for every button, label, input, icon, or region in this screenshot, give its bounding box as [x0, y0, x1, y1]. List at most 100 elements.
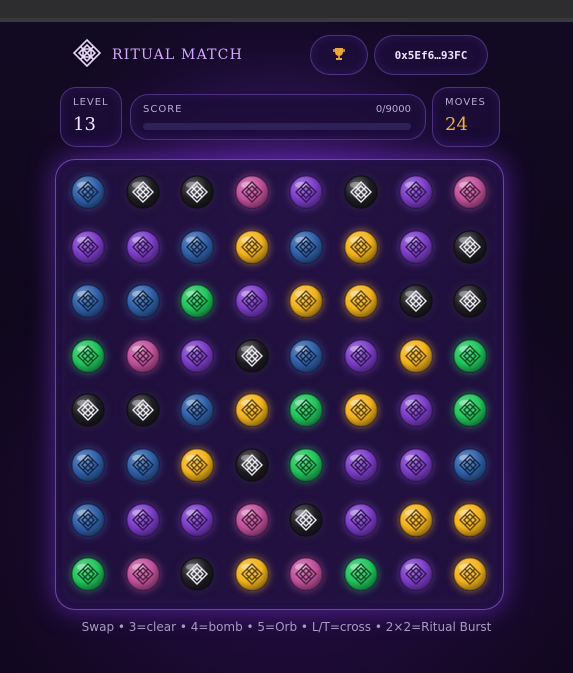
gem-purple[interactable]: [289, 175, 323, 209]
wallet-button[interactable]: 0x5Ef6…93FC: [374, 35, 488, 75]
gem-black[interactable]: [453, 230, 487, 264]
gem-black[interactable]: [126, 175, 160, 209]
ritual-knot-icon: [453, 557, 487, 591]
gem-green[interactable]: [344, 557, 378, 591]
gem-yellow[interactable]: [235, 393, 269, 427]
gem-black[interactable]: [344, 175, 378, 209]
ritual-knot-icon: [289, 503, 323, 537]
gem-green[interactable]: [71, 557, 105, 591]
ritual-knot-icon: [235, 448, 269, 482]
gem-blue[interactable]: [289, 230, 323, 264]
gem-purple[interactable]: [126, 230, 160, 264]
gem-green[interactable]: [289, 448, 323, 482]
game-board: [55, 159, 504, 610]
gem-pink[interactable]: [126, 339, 160, 373]
gem-yellow[interactable]: [180, 448, 214, 482]
ritual-knot-icon: [235, 175, 269, 209]
gem-black[interactable]: [126, 393, 160, 427]
gem-green[interactable]: [289, 393, 323, 427]
gem-pink[interactable]: [235, 175, 269, 209]
gem-black[interactable]: [235, 339, 269, 373]
gem-purple[interactable]: [344, 503, 378, 537]
gem-pink[interactable]: [126, 557, 160, 591]
gem-purple[interactable]: [399, 230, 433, 264]
ritual-knot-icon: [126, 393, 160, 427]
ritual-knot-icon: [399, 393, 433, 427]
gem-purple[interactable]: [399, 393, 433, 427]
moves-value: 24: [445, 114, 468, 135]
gem-black[interactable]: [289, 503, 323, 537]
gem-blue[interactable]: [71, 284, 105, 318]
gem-yellow[interactable]: [344, 284, 378, 318]
gem-pink[interactable]: [235, 503, 269, 537]
ritual-knot-icon: [71, 339, 105, 373]
gem-blue[interactable]: [126, 284, 160, 318]
gem-yellow[interactable]: [289, 284, 323, 318]
ritual-knot-icon: [453, 175, 487, 209]
ritual-knot-icon: [180, 503, 214, 537]
gem-yellow[interactable]: [235, 557, 269, 591]
ritual-knot-icon: [126, 503, 160, 537]
ritual-knot-icon: [344, 503, 378, 537]
gem-green[interactable]: [453, 393, 487, 427]
ritual-knot-icon: [180, 175, 214, 209]
gem-black[interactable]: [180, 557, 214, 591]
gem-purple[interactable]: [399, 175, 433, 209]
gem-yellow[interactable]: [344, 393, 378, 427]
ritual-knot-icon: [344, 339, 378, 373]
score-label: SCORE: [143, 104, 183, 115]
gem-purple[interactable]: [71, 230, 105, 264]
gem-purple[interactable]: [180, 503, 214, 537]
level-label: LEVEL: [73, 97, 109, 108]
ritual-knot-icon: [453, 448, 487, 482]
gem-yellow[interactable]: [399, 339, 433, 373]
gem-yellow[interactable]: [235, 230, 269, 264]
gem-pink[interactable]: [453, 175, 487, 209]
gem-black[interactable]: [180, 175, 214, 209]
gem-blue[interactable]: [180, 393, 214, 427]
gem-yellow[interactable]: [453, 503, 487, 537]
gem-yellow[interactable]: [399, 503, 433, 537]
ritual-knot-icon: [399, 175, 433, 209]
ritual-knot-icon: [235, 503, 269, 537]
gem-blue[interactable]: [71, 448, 105, 482]
trophy-icon: [332, 46, 346, 65]
ritual-knot-icon: [289, 393, 323, 427]
gem-black[interactable]: [235, 448, 269, 482]
gem-yellow[interactable]: [344, 230, 378, 264]
brand: RITUAL MATCH: [72, 38, 243, 71]
gem-purple[interactable]: [344, 339, 378, 373]
gem-black[interactable]: [453, 284, 487, 318]
ritual-knot-icon: [180, 448, 214, 482]
game-stage: RITUAL MATCH 0x5Ef6…93FC LEVEL 13 SCORE …: [0, 22, 573, 673]
ritual-knot-icon: [344, 448, 378, 482]
gem-blue[interactable]: [71, 175, 105, 209]
ritual-knot-icon: [71, 448, 105, 482]
browser-top-bar: [0, 0, 573, 22]
gem-blue[interactable]: [126, 448, 160, 482]
gem-black[interactable]: [71, 393, 105, 427]
gem-purple[interactable]: [235, 284, 269, 318]
gem-blue[interactable]: [71, 503, 105, 537]
gem-green[interactable]: [71, 339, 105, 373]
gem-green[interactable]: [453, 339, 487, 373]
ritual-knot-icon: [180, 557, 214, 591]
score-panel: SCORE 0/9000: [130, 94, 426, 140]
gem-pink[interactable]: [289, 557, 323, 591]
gem-purple[interactable]: [344, 448, 378, 482]
gem-yellow[interactable]: [453, 557, 487, 591]
gem-purple[interactable]: [126, 503, 160, 537]
gem-blue[interactable]: [289, 339, 323, 373]
gem-green[interactable]: [180, 284, 214, 318]
gem-purple[interactable]: [399, 448, 433, 482]
gem-black[interactable]: [399, 284, 433, 318]
gem-purple[interactable]: [180, 339, 214, 373]
ritual-knot-icon: [344, 393, 378, 427]
moves-panel: MOVES 24: [432, 87, 500, 147]
trophy-button[interactable]: [310, 35, 368, 75]
gem-purple[interactable]: [399, 557, 433, 591]
ritual-knot-icon: [71, 393, 105, 427]
ritual-knot-icon: [289, 284, 323, 318]
gem-blue[interactable]: [453, 448, 487, 482]
gem-blue[interactable]: [180, 230, 214, 264]
